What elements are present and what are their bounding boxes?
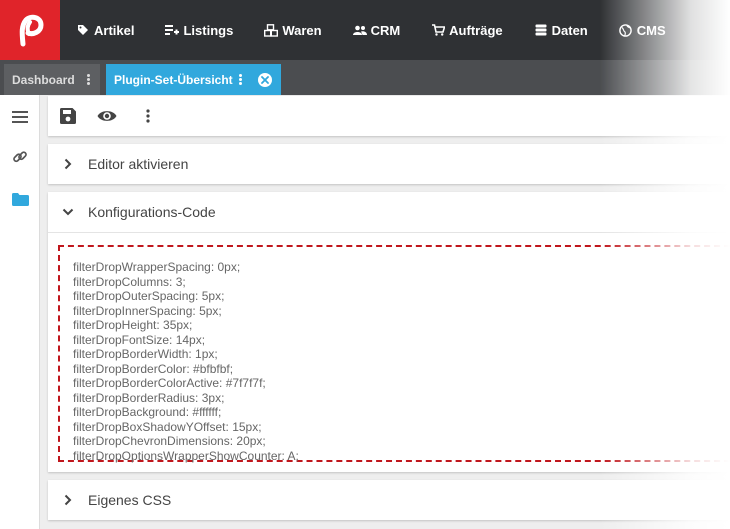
folder-icon bbox=[11, 192, 29, 206]
nav-item-auftraege[interactable]: Aufträge bbox=[431, 22, 503, 38]
close-icon[interactable] bbox=[258, 73, 272, 87]
chevron-down-icon bbox=[61, 205, 75, 219]
panel-header-editor[interactable]: Editor aktivieren bbox=[48, 144, 730, 184]
code-line: filterDropFontSize: 14px; bbox=[73, 332, 206, 347]
tab-bar: Dashboard Plugin-Set-Übersicht bbox=[0, 60, 730, 95]
nav-item-daten[interactable]: Daten bbox=[534, 23, 588, 38]
panel-title: Eigenes CSS bbox=[88, 492, 172, 508]
code-line: filterDropBorderColor: #bfbfbf; bbox=[73, 361, 234, 376]
tag-icon bbox=[76, 23, 90, 37]
panel-editor-aktivieren: Editor aktivieren bbox=[48, 144, 730, 184]
nav-item-waren[interactable]: Waren bbox=[264, 22, 322, 38]
code-line: filterDropInnerSpacing: 5px; bbox=[73, 303, 222, 318]
plentymarkets-logo[interactable] bbox=[0, 0, 60, 60]
panel-konfigurations-code: Konfigurations-Code filterDropWrapperSpa… bbox=[48, 192, 730, 472]
save-icon bbox=[60, 108, 76, 124]
code-line: filterDropColumns: 3; bbox=[73, 274, 186, 289]
panel-header-css[interactable]: Eigenes CSS bbox=[48, 480, 730, 520]
more-vertical-icon[interactable] bbox=[87, 74, 90, 85]
more-vertical-icon bbox=[146, 109, 150, 123]
code-line: filterDropBorderWidth: 1px; bbox=[73, 347, 218, 361]
chevron-right-icon bbox=[61, 493, 75, 507]
globe-icon bbox=[619, 23, 633, 37]
people-icon bbox=[352, 23, 367, 37]
menu-icon bbox=[12, 111, 28, 123]
save-button[interactable] bbox=[58, 106, 78, 126]
nav-item-label: Listings bbox=[183, 22, 234, 38]
toolbar bbox=[48, 96, 730, 136]
main-nav: Artikel Listings Waren CRM Aufträge Date… bbox=[76, 0, 697, 60]
nav-item-listings[interactable]: Listings bbox=[165, 23, 233, 38]
boxes-icon bbox=[264, 23, 279, 37]
tab-plugin-set-uebersicht[interactable]: Plugin-Set-Übersicht bbox=[106, 64, 281, 95]
sidebar-folder-button[interactable] bbox=[0, 179, 40, 219]
chevron-right-icon bbox=[61, 157, 75, 171]
nav-item-cms[interactable]: CMS bbox=[619, 23, 666, 38]
nav-item-label: Daten bbox=[551, 22, 588, 38]
code-line: filterDropHeight: 35px; bbox=[73, 318, 193, 332]
code-line: filterDropBorderRadius: 3px; bbox=[73, 390, 225, 405]
tab-dashboard[interactable]: Dashboard bbox=[4, 64, 100, 95]
link-icon bbox=[12, 149, 28, 165]
top-navigation-bar: Artikel Listings Waren CRM Aufträge Date… bbox=[0, 0, 730, 60]
code-lines: filterDropWrapperSpacing: 0px; filterDrop… bbox=[73, 260, 299, 463]
more-options-button[interactable] bbox=[138, 106, 158, 126]
more-vertical-icon[interactable] bbox=[239, 74, 242, 85]
preview-button[interactable] bbox=[97, 106, 117, 126]
panel-eigenes-css: Eigenes CSS bbox=[48, 480, 730, 520]
cart-icon bbox=[431, 23, 445, 37]
panel-title: Editor aktivieren bbox=[88, 156, 189, 172]
nav-item-artikel[interactable]: Artikel bbox=[76, 23, 134, 38]
left-sidebar bbox=[0, 95, 40, 529]
nav-item-label: CRM bbox=[370, 22, 401, 38]
nav-item-crm[interactable]: CRM bbox=[352, 22, 401, 38]
sidebar-menu-button[interactable] bbox=[0, 97, 40, 137]
code-line: filterDropBorderColorActive: #7f7f7f; bbox=[73, 376, 266, 390]
code-line: filterDropChevronDimensions: 20px; bbox=[73, 434, 266, 448]
code-line: filterDropWrapperSpacing: 0px; bbox=[73, 260, 241, 274]
nav-item-label: Artikel bbox=[94, 22, 135, 38]
panel-title: Konfigurations-Code bbox=[88, 204, 216, 220]
database-icon bbox=[534, 23, 548, 37]
panel-header-config[interactable]: Konfigurations-Code bbox=[48, 192, 730, 232]
divider bbox=[48, 232, 730, 233]
nav-item-label: Waren bbox=[282, 22, 322, 38]
sidebar-link-button[interactable] bbox=[0, 137, 40, 177]
code-line: filterDropBackground: #ffffff; bbox=[73, 405, 222, 419]
code-line: filterDropOuterSpacing: 5px; bbox=[73, 289, 225, 303]
code-editor[interactable]: filterDropWrapperSpacing: 0px; filterDrop… bbox=[58, 245, 730, 463]
code-line: filterDropOptionsWrapperShowCounter: A; bbox=[73, 448, 299, 463]
eye-icon bbox=[97, 109, 117, 123]
code-line: filterDropBoxShadowYOffset: 15px; bbox=[73, 419, 262, 434]
nav-item-label: Aufträge bbox=[449, 22, 503, 38]
tab-label: Dashboard bbox=[12, 72, 75, 87]
tab-label: Plugin-Set-Übersicht bbox=[114, 72, 233, 87]
listings-icon bbox=[165, 23, 180, 37]
nav-item-label: CMS bbox=[636, 22, 666, 38]
